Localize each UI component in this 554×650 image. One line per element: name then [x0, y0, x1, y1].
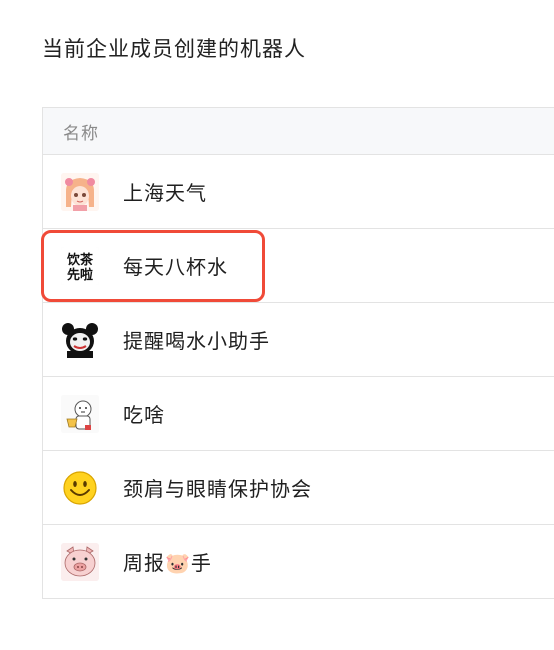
table-row[interactable]: 提醒喝水小助手	[43, 303, 554, 377]
table-row[interactable]: 颈肩与眼睛保护协会	[43, 451, 554, 525]
robot-name: 上海天气	[123, 181, 207, 205]
section-title: 当前企业成员创建的机器人	[42, 37, 306, 61]
table-header: 名称	[43, 108, 554, 155]
smiley-face-avatar-icon	[61, 468, 99, 507]
avatar-text-line-2: 先啦	[67, 267, 93, 283]
drink-tea-text-avatar-icon: 饮茶 先啦	[61, 246, 99, 285]
robot-name: 吃啥	[123, 403, 165, 427]
robot-table: 名称 上海天气 饮茶 先啦 每天八杯水 提醒喝水小助手 吃啥 颈肩与眼睛保护协会…	[42, 107, 554, 599]
avatar-text-line-1: 饮茶	[66, 252, 94, 268]
robot-name: 每天八杯水	[123, 255, 228, 279]
table-row[interactable]: 上海天气	[43, 155, 554, 229]
pig-avatar-icon	[61, 542, 99, 581]
table-row[interactable]: 周报🐷手	[43, 525, 554, 598]
table-row[interactable]: 饮茶 先啦 每天八杯水	[43, 229, 554, 303]
table-row[interactable]: 吃啥	[43, 377, 554, 451]
column-header-name: 名称	[63, 123, 99, 144]
robot-name: 提醒喝水小助手	[123, 329, 270, 353]
anime-girl-avatar-icon	[61, 172, 99, 211]
panda-meme-avatar-icon	[61, 320, 99, 359]
robot-name: 颈肩与眼睛保护协会	[123, 477, 312, 501]
cartoon-eater-avatar-icon	[61, 394, 99, 433]
robot-name: 周报🐷手	[123, 551, 212, 575]
